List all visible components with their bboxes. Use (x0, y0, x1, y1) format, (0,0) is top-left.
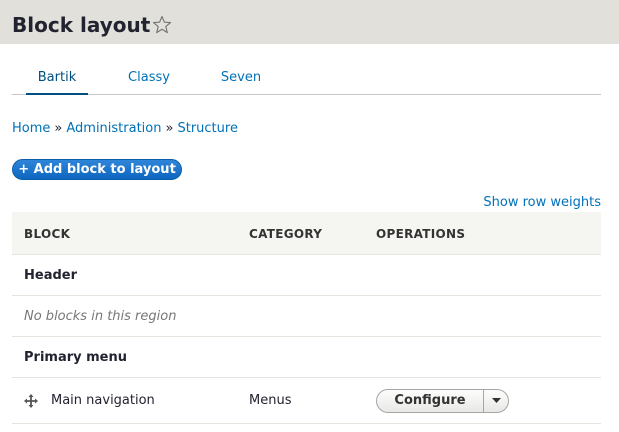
show-row-weights-link[interactable]: Show row weights (483, 195, 601, 210)
star-icon[interactable] (152, 15, 172, 35)
drag-handle-icon[interactable] (24, 393, 38, 408)
breadcrumb: Home» Administration» Structure (12, 120, 238, 138)
empty-region-message: No blocks in this region (24, 309, 177, 324)
dropbutton-toggle[interactable] (483, 390, 508, 412)
tab-classy[interactable]: Classy (124, 56, 174, 94)
block-category: Menus (249, 393, 292, 408)
region-row-primary-menu: Primary menu (12, 337, 601, 378)
table-header: BLOCK CATEGORY OPERATIONS (12, 212, 601, 255)
operations-dropbutton: Configure (376, 389, 509, 413)
caret-down-icon (492, 398, 501, 403)
region-row-header: Header (12, 255, 601, 296)
page-header: Block layout (0, 0, 619, 44)
page-title: Block layout (12, 13, 151, 37)
region-empty-row: No blocks in this region (12, 296, 601, 337)
tab-seven[interactable]: Seven (217, 56, 265, 94)
breadcrumb-structure[interactable]: Structure (177, 121, 237, 136)
breadcrumb-separator: » (165, 121, 174, 136)
region-title: Primary menu (24, 350, 127, 365)
theme-tabs: Bartik Classy Seven (12, 56, 601, 95)
tab-bartik[interactable]: Bartik (26, 56, 88, 95)
block-layout-table: BLOCK CATEGORY OPERATIONS Header No bloc… (12, 212, 601, 424)
breadcrumb-administration[interactable]: Administration (66, 121, 161, 136)
breadcrumb-home[interactable]: Home (12, 121, 50, 136)
configure-button[interactable]: Configure (377, 390, 483, 412)
breadcrumb-separator: » (54, 121, 63, 136)
block-name: Main navigation (51, 393, 155, 408)
add-block-button[interactable]: + Add block to layout (12, 159, 182, 180)
column-header-category: CATEGORY (249, 227, 323, 241)
table-row: Main navigation Menus Configure (12, 378, 601, 424)
column-header-block: BLOCK (24, 227, 71, 241)
column-header-operations: OPERATIONS (376, 227, 466, 241)
region-title: Header (24, 268, 78, 283)
